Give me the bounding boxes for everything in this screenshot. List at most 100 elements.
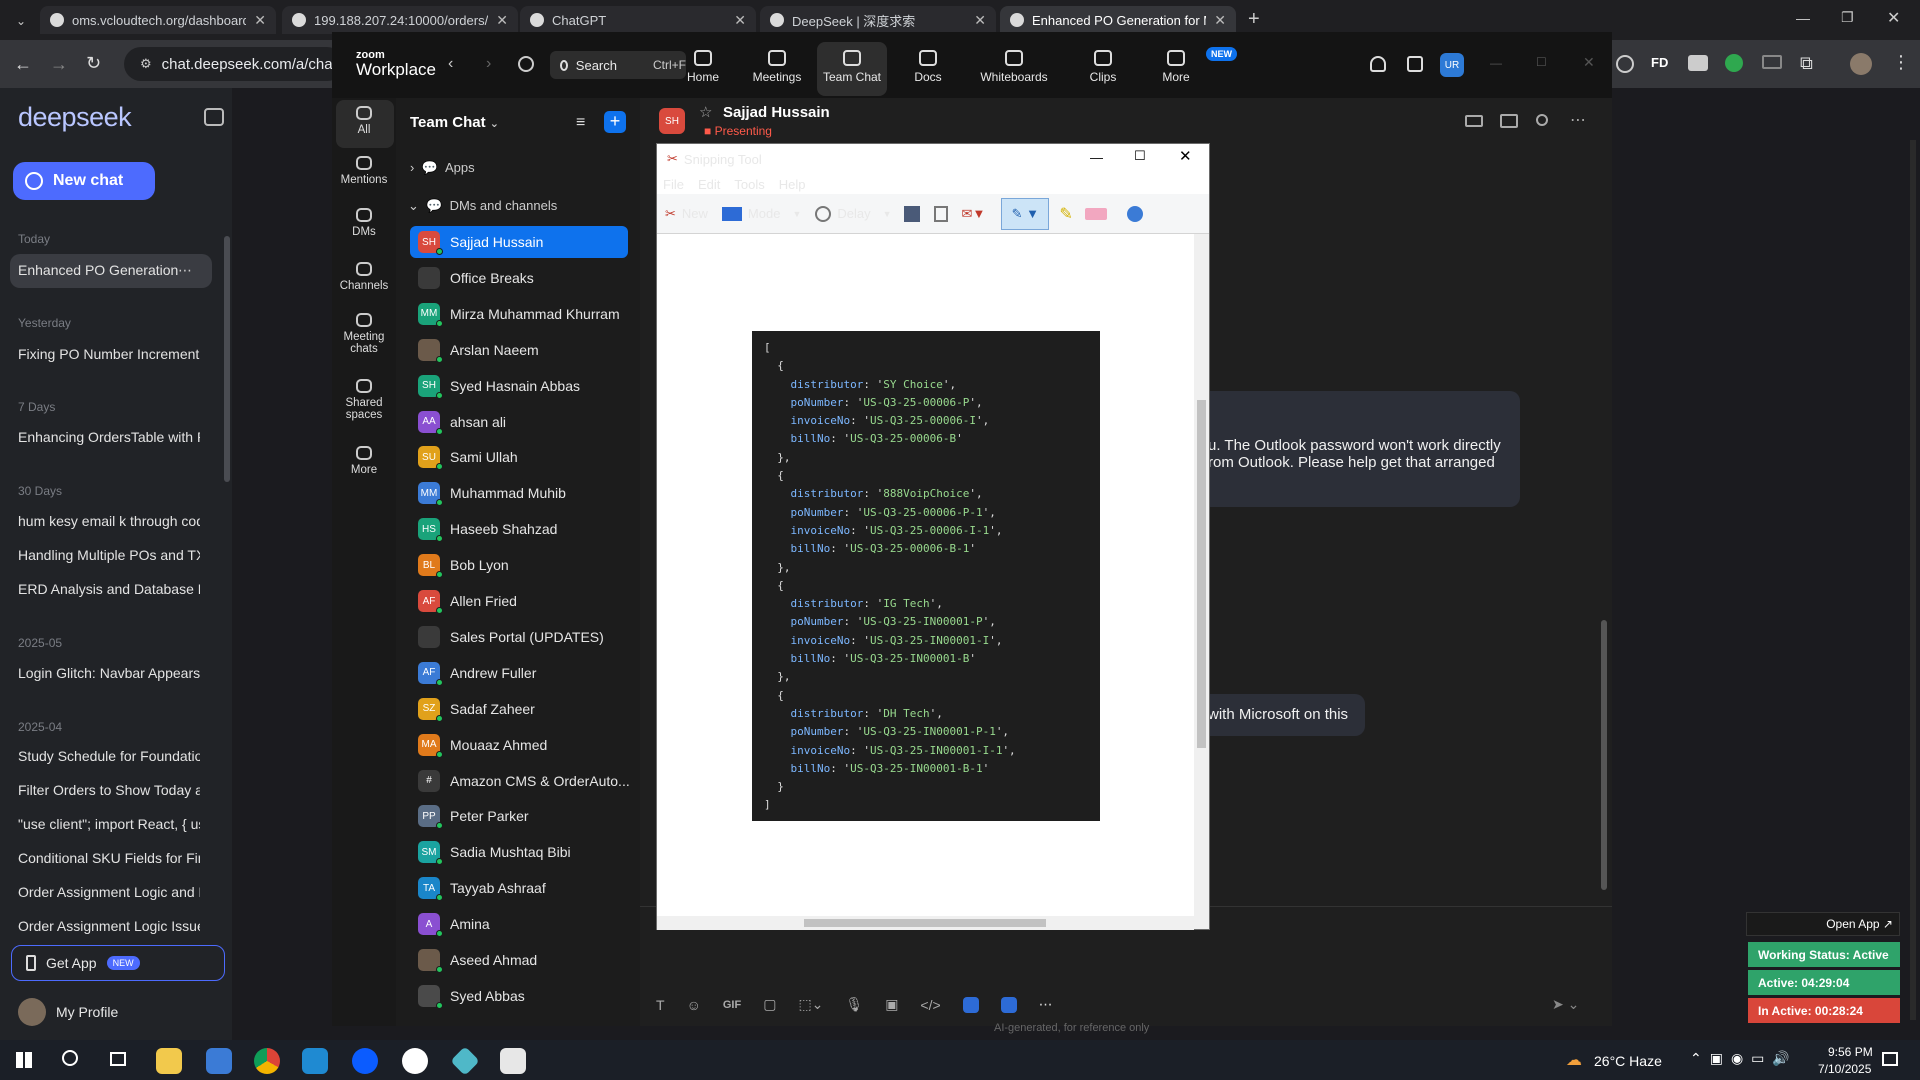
rail-shared-spaces[interactable]: Shared spaces <box>334 379 394 421</box>
zoom-minimize-button[interactable]: — <box>1490 56 1502 70</box>
scroll-thumb[interactable] <box>1197 400 1206 748</box>
address-bar[interactable]: ⚙ chat.deepseek.com/a/chat/s <box>124 47 344 81</box>
extension-globe-icon[interactable] <box>1616 55 1634 73</box>
gif-icon[interactable]: GIF <box>723 999 741 1011</box>
chrome-icon[interactable] <box>254 1048 280 1074</box>
snip-close-button[interactable]: ✕ <box>1179 147 1192 165</box>
delay-button[interactable]: Delay ▼ <box>815 205 892 222</box>
nav-clips[interactable]: Clips <box>1068 50 1138 84</box>
open-app-button[interactable]: Open App ↗ <box>1746 912 1900 936</box>
close-tab-icon[interactable]: ✕ <box>734 12 746 29</box>
snip-maximize-button[interactable]: ☐ <box>1134 148 1146 164</box>
contact-item[interactable]: PP Peter Parker <box>410 800 628 832</box>
my-profile-link[interactable]: My Profile <box>18 998 118 1026</box>
zoom-logo[interactable]: zoom Workplace <box>356 50 436 79</box>
window-close-button[interactable]: ✕ <box>1887 8 1900 28</box>
close-tab-icon[interactable]: ✕ <box>1214 12 1226 29</box>
browser-tab[interactable]: Enhanced PO Generation for M ✕ <box>1000 6 1236 34</box>
history-item[interactable]: Filter Orders to Show Today and <box>18 782 200 798</box>
task-view-icon[interactable] <box>110 1052 126 1066</box>
history-item[interactable]: Order Assignment Logic and Pric <box>18 884 200 900</box>
chat-more-icon[interactable]: ⋯ <box>1570 110 1586 130</box>
deepseek-logo[interactable]: deepseek <box>18 102 132 133</box>
contact-item[interactable]: MA Mouaaz Ahmed <box>410 729 628 761</box>
site-info-icon[interactable]: ⚙ <box>140 56 152 72</box>
text-format-icon[interactable]: T <box>656 997 665 1013</box>
zoom-forward-icon[interactable]: › <box>486 55 491 73</box>
vscode-icon[interactable] <box>302 1048 328 1074</box>
browser-menu-icon[interactable]: ⋮ <box>1892 52 1910 73</box>
menu-help[interactable]: Help <box>779 177 806 192</box>
contact-item[interactable]: SZ Sadaf Zaheer <box>410 693 628 725</box>
screenshot-icon[interactable]: ⬚⌄ <box>798 996 823 1013</box>
contact-item[interactable]: SM Sadia Mushtaq Bibi <box>410 836 628 868</box>
extension-green-icon[interactable] <box>1725 54 1743 72</box>
rail-channels[interactable]: Channels <box>334 262 394 292</box>
video-message-icon[interactable]: ▣ <box>885 996 898 1013</box>
pen-tool-button[interactable]: ✎ ▼ <box>1001 197 1050 230</box>
contact-item[interactable]: AF Andrew Fuller <box>410 657 628 689</box>
contact-item[interactable]: SU Sami Ullah <box>410 441 628 473</box>
user-avatar[interactable]: UR <box>1440 53 1464 77</box>
nav-team-chat[interactable]: Team Chat <box>817 42 887 96</box>
history-icon[interactable] <box>518 56 534 72</box>
zoom-search-box[interactable]: Search Ctrl+F <box>550 51 686 79</box>
star-icon[interactable]: ☆ <box>699 103 712 121</box>
extension-fd-icon[interactable]: FD <box>1651 55 1668 70</box>
profile-avatar[interactable] <box>1850 53 1872 75</box>
notifications-bell-icon[interactable] <box>1370 56 1386 72</box>
highlighter-icon[interactable]: ✎ <box>1059 204 1072 224</box>
contact-item[interactable]: MM Mirza Muhammad Khurram <box>410 298 628 330</box>
contact-item[interactable]: AA ahsan ali <box>410 406 628 438</box>
window-restore-button[interactable]: ❐ <box>1841 9 1854 26</box>
contact-item[interactable]: BL Bob Lyon <box>410 549 628 581</box>
extensions-puzzle-icon[interactable]: ⧉ <box>1800 53 1813 74</box>
save-icon[interactable] <box>903 205 920 222</box>
nav-docs[interactable]: Docs <box>893 50 963 84</box>
app-icon-1[interactable] <box>962 996 979 1013</box>
chat-scrollbar[interactable] <box>1601 620 1607 890</box>
contact-item[interactable]: MM Muhammad Muhib <box>410 477 628 509</box>
contact-item[interactable]: Sales Portal (UPDATES) <box>410 621 628 653</box>
apps-section[interactable]: › 💬 Apps <box>410 160 475 176</box>
history-item[interactable]: Handling Multiple POs and TXW <box>18 547 200 563</box>
app-icon-circle[interactable] <box>402 1048 428 1074</box>
new-tab-button[interactable]: + <box>1248 8 1260 31</box>
collapse-sidebar-icon[interactable] <box>204 108 224 126</box>
contact-item[interactable]: Aseed Ahmad <box>410 944 628 976</box>
rail-dms[interactable]: DMs <box>334 208 394 238</box>
rail-mentions[interactable]: Mentions <box>334 156 394 186</box>
start-icon[interactable] <box>16 1052 32 1068</box>
rail-all[interactable]: All <box>334 106 394 136</box>
weather-text[interactable]: 26°C Haze <box>1594 1053 1662 1069</box>
menu-edit[interactable]: Edit <box>698 177 720 192</box>
zoom-app-icon[interactable] <box>352 1048 378 1074</box>
nav-home[interactable]: Home <box>668 50 738 84</box>
dms-section[interactable]: ⌄ 💬 DMs and channels <box>408 198 557 214</box>
close-tab-icon[interactable]: ✕ <box>254 12 266 29</box>
weather-icon[interactable]: ☁ <box>1566 1050 1582 1070</box>
taskbar-search-icon[interactable] <box>62 1050 78 1066</box>
extension-cast-icon[interactable] <box>1762 55 1782 69</box>
history-item[interactable]: Login Glitch: Navbar Appears Ab <box>18 665 200 681</box>
menu-tools[interactable]: Tools <box>734 177 764 192</box>
calendar-icon[interactable] <box>1407 56 1423 72</box>
more-options-icon[interactable]: ⋯ <box>178 262 192 278</box>
copy-icon[interactable] <box>933 205 948 222</box>
mode-button[interactable]: Mode ▼ <box>721 206 801 221</box>
contact-item[interactable]: SH Syed Hasnain Abbas <box>410 370 628 402</box>
contact-item[interactable]: SH Sajjad Hussain <box>410 226 628 258</box>
snip-horizontal-scrollbar[interactable] <box>657 916 1194 930</box>
paint-icon[interactable] <box>1126 205 1143 222</box>
contact-item[interactable]: # Amazon CMS & OrderAuto... <box>410 765 630 797</box>
chat-list-title[interactable]: Team Chat ⌄ <box>410 114 499 131</box>
file-explorer-icon[interactable] <box>156 1048 182 1074</box>
history-item[interactable]: Enhanced PO Generation fo⋯ <box>10 254 212 288</box>
contact-item[interactable]: Office Breaks <box>410 262 628 294</box>
snip-minimize-button[interactable]: — <box>1090 150 1103 165</box>
zoom-close-button[interactable]: ✕ <box>1583 54 1595 71</box>
zoom-back-icon[interactable]: ‹ <box>448 55 453 73</box>
filter-icon[interactable]: ≡ <box>576 114 585 132</box>
tray-icons[interactable]: ⌃▣◉▭🔊 <box>1690 1050 1798 1067</box>
chat-search-icon[interactable] <box>1536 114 1548 126</box>
